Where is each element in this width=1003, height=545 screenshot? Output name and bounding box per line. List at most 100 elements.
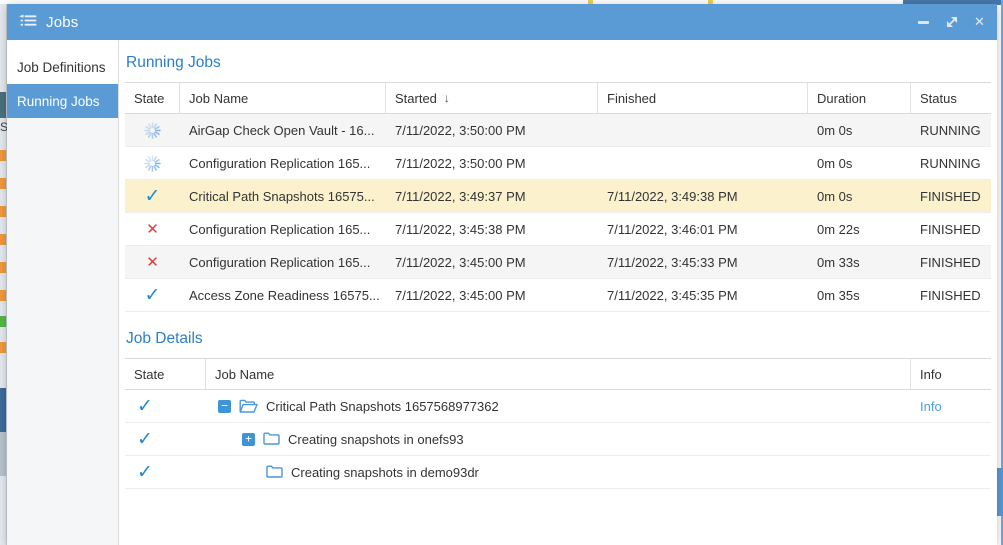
success-check-icon: ✓ — [137, 396, 153, 416]
info-link[interactable]: Info — [911, 399, 991, 414]
expand-icon[interactable]: + — [242, 432, 255, 446]
running-jobs-row-5[interactable]: ✓ Access Zone Readiness 16575... 7/11/20… — [125, 279, 991, 312]
job-started: 7/11/2022, 3:50:00 PM — [395, 122, 526, 138]
job-details-table: State Job Name Info ✓ − Critical Path Sn… — [125, 358, 991, 489]
background-item — [0, 432, 6, 476]
job-details-row-0[interactable]: ✓ − Critical Path Snapshots 165756897736… — [125, 390, 991, 423]
job-started: 7/11/2022, 3:45:00 PM — [395, 254, 526, 270]
jobs-window: Jobs ✕ Job Definitions Running Jobs Runn… — [7, 4, 997, 545]
job-state-icon: ✓ — [125, 397, 206, 416]
column-header-state[interactable]: State — [125, 83, 180, 113]
folder-closed-icon — [266, 465, 283, 479]
close-icon[interactable]: ✕ — [972, 14, 987, 30]
success-check-icon: ✓ — [137, 462, 153, 482]
background-item — [0, 92, 6, 118]
background-left-edge: S — [0, 4, 9, 545]
window-titlebar[interactable]: Jobs ✕ — [7, 4, 997, 40]
column-header-state[interactable]: State — [125, 359, 206, 389]
job-details-row-2[interactable]: ✓ Creating snapshots in demo93dr — [125, 456, 991, 489]
running-jobs-row-3[interactable]: ✕ Configuration Replication 165... 7/11/… — [125, 213, 991, 246]
running-jobs-row-0[interactable]: AirGap Check Open Vault - 16... 7/11/202… — [125, 114, 991, 147]
sidebar-item-job-definitions[interactable]: Job Definitions — [7, 50, 118, 84]
job-state-icon — [125, 154, 180, 172]
job-name: Configuration Replication 165... — [189, 254, 371, 270]
job-started: 7/11/2022, 3:45:00 PM — [395, 287, 526, 303]
background-text-fragment: S — [0, 120, 9, 134]
tree-node: − Critical Path Snapshots 1657568977362 — [206, 399, 911, 414]
tree-node-label: Creating snapshots in onefs93 — [288, 431, 464, 447]
background-status-dot — [0, 290, 6, 301]
column-header-started-label: Started — [395, 90, 437, 106]
sort-desc-icon: ↓ — [443, 91, 450, 105]
column-header-finished[interactable]: Finished — [598, 83, 808, 113]
job-duration: 0m 0s — [817, 155, 853, 171]
job-details-header: State Job Name Info — [125, 359, 991, 390]
job-name: Configuration Replication 165... — [189, 221, 371, 237]
job-started: 7/11/2022, 3:45:38 PM — [395, 221, 526, 237]
error-x-icon: ✕ — [146, 221, 159, 237]
column-header-status[interactable]: Status — [911, 83, 991, 113]
running-spinner-icon — [144, 121, 161, 139]
collapse-icon[interactable]: − — [218, 399, 231, 413]
running-spinner-icon — [144, 154, 161, 172]
job-name: AirGap Check Open Vault - 16... — [189, 122, 375, 138]
job-duration: 0m 35s — [817, 287, 860, 303]
sidebar-item-running-jobs[interactable]: Running Jobs — [7, 84, 118, 118]
job-status: FINISHED — [920, 221, 981, 237]
job-name: Access Zone Readiness 16575... — [189, 287, 380, 303]
success-check-icon: ✓ — [137, 429, 153, 449]
page: S Jobs ✕ Job Definitions Running Jobs Ru… — [0, 0, 1003, 545]
running-jobs-header: State Job Name Started ↓ Finished Durati… — [125, 83, 991, 114]
job-details-row-1[interactable]: ✓ + Creating snapshots in onefs93 — [125, 423, 991, 456]
jobs-list-icon — [19, 14, 37, 30]
column-header-info[interactable]: Info — [911, 359, 991, 389]
background-status-dot — [0, 150, 6, 161]
job-duration: 0m 33s — [817, 254, 860, 270]
job-state-icon: ✕ — [125, 222, 180, 237]
window-title: Jobs — [46, 13, 79, 31]
success-check-icon: ✓ — [144, 186, 161, 206]
job-name: Configuration Replication 165... — [189, 155, 371, 171]
job-started: 7/11/2022, 3:50:00 PM — [395, 155, 526, 171]
job-duration: 0m 0s — [817, 122, 853, 138]
tree-node: Creating snapshots in demo93dr — [206, 465, 911, 480]
maximize-icon[interactable] — [944, 15, 959, 30]
job-finished: 7/11/2022, 3:45:33 PM — [607, 254, 738, 270]
running-jobs-row-2[interactable]: ✓ Critical Path Snapshots 16575... 7/11/… — [125, 180, 991, 213]
minimize-icon[interactable] — [916, 15, 931, 30]
job-started: 7/11/2022, 3:49:37 PM — [395, 188, 526, 204]
folder-closed-icon — [263, 432, 280, 446]
background-status-dot — [0, 342, 6, 353]
background-status-dot — [0, 178, 6, 189]
running-jobs-title: Running Jobs — [126, 54, 221, 71]
job-duration: 0m 0s — [817, 188, 853, 204]
job-status: FINISHED — [920, 254, 981, 270]
job-name: Critical Path Snapshots 16575... — [189, 188, 375, 204]
job-duration: 0m 22s — [817, 221, 860, 237]
column-header-job-name[interactable]: Job Name — [206, 359, 911, 389]
background-status-dot — [0, 262, 6, 273]
tree-node: + Creating snapshots in onefs93 — [206, 432, 911, 447]
job-state-icon: ✓ — [125, 463, 206, 482]
column-header-duration[interactable]: Duration — [808, 83, 911, 113]
running-jobs-table: State Job Name Started ↓ Finished Durati… — [125, 82, 991, 312]
running-jobs-row-1[interactable]: Configuration Replication 165... 7/11/20… — [125, 147, 991, 180]
job-state-icon: ✕ — [125, 255, 180, 270]
column-header-started[interactable]: Started ↓ — [386, 83, 598, 113]
sidebar: Job Definitions Running Jobs — [7, 40, 119, 545]
job-state-icon — [125, 121, 180, 139]
running-jobs-row-4[interactable]: ✕ Configuration Replication 165... 7/11/… — [125, 246, 991, 279]
job-status: FINISHED — [920, 287, 981, 303]
column-header-job-name[interactable]: Job Name — [180, 83, 386, 113]
background-status-dot — [0, 206, 6, 217]
tree-node-label: Critical Path Snapshots 1657568977362 — [266, 398, 499, 414]
job-status: RUNNING — [920, 122, 981, 138]
job-finished: 7/11/2022, 3:46:01 PM — [607, 221, 738, 237]
job-status: FINISHED — [920, 188, 981, 204]
folder-open-icon — [239, 399, 258, 414]
tree-node-label: Creating snapshots in demo93dr — [291, 464, 479, 480]
job-status: RUNNING — [920, 155, 981, 171]
job-finished: 7/11/2022, 3:49:38 PM — [607, 188, 738, 204]
job-state-icon: ✓ — [125, 286, 180, 305]
error-x-icon: ✕ — [146, 254, 159, 270]
